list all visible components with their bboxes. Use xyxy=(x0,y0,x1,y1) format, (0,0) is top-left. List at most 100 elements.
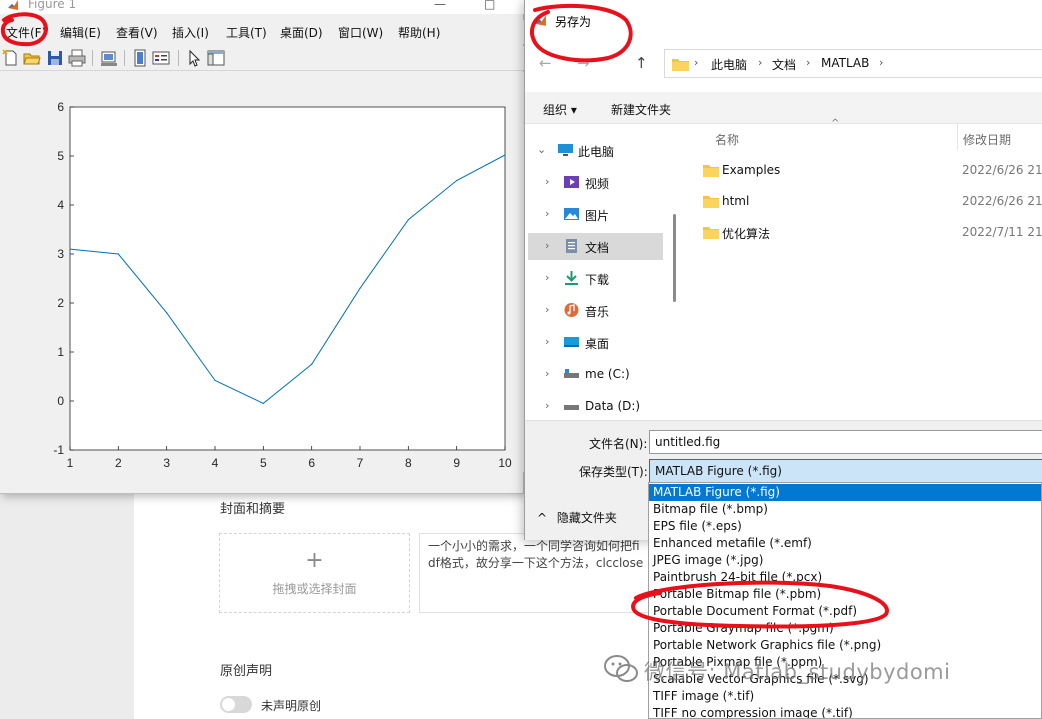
breadcrumb-this-pc[interactable]: 此电脑 xyxy=(711,56,747,73)
filetype-label: 保存类型(T): xyxy=(579,465,648,479)
file-name: html xyxy=(722,194,750,208)
hide-folders-button[interactable]: ^ 隐藏文件夹 xyxy=(537,509,617,526)
matlab-logo-icon xyxy=(535,15,546,26)
filetype-option[interactable]: Bitmap file (*.bmp) xyxy=(649,501,1041,518)
breadcrumb-separator: › xyxy=(879,56,884,69)
command-bar: 组织 ▾ 新建文件夹 xyxy=(525,92,1042,124)
menu-view[interactable]: 查看(V) xyxy=(116,24,158,41)
property-inspector-icon[interactable] xyxy=(207,49,225,67)
nav-pane-scrollbar[interactable] xyxy=(673,214,676,302)
nav-item-pictures[interactable]: › 图片 xyxy=(528,201,663,228)
address-bar[interactable]: › 此电脑 › 文档 › MATLAB › xyxy=(664,49,1042,78)
nav-item-downloads[interactable]: › 下载 xyxy=(528,265,663,292)
filetype-option[interactable]: Portable Document Format (*.pdf) xyxy=(649,603,1041,620)
nav-item-music[interactable]: › 音乐 xyxy=(528,297,663,324)
folder-icon xyxy=(672,59,689,71)
filetype-option[interactable]: Portable Network Graphics file (*.png) xyxy=(649,637,1041,654)
menu-tools[interactable]: 工具(T) xyxy=(226,24,267,41)
nav-item-label: 图片 xyxy=(585,209,610,223)
link-plot-icon[interactable] xyxy=(100,49,118,67)
menu-insert[interactable]: 插入(I) xyxy=(172,24,209,41)
x-tick-label: 9 xyxy=(453,456,460,470)
file-row[interactable]: html 2022/6/26 21: xyxy=(699,189,1042,215)
collapsed-chevron-icon: › xyxy=(545,335,550,348)
x-tick-label: 1 xyxy=(67,456,74,470)
menu-desktop[interactable]: 桌面(D) xyxy=(280,24,323,41)
file-row[interactable]: 优化算法 2022/7/11 21: xyxy=(699,220,1042,246)
file-row[interactable]: Examples 2022/6/26 21: xyxy=(699,158,1042,184)
collapsed-chevron-icon: › xyxy=(545,175,550,188)
cover-upload-box[interactable]: + 拖拽或选择封面 xyxy=(219,533,410,613)
new-figure-icon[interactable] xyxy=(2,49,20,67)
nav-item-drive-c[interactable]: › me (C:) xyxy=(528,361,663,388)
filetype-option[interactable]: Portable Bitmap file (*.pbm) xyxy=(649,586,1041,603)
insert-legend-icon[interactable] xyxy=(152,49,170,67)
nav-item-label: 下载 xyxy=(585,273,610,287)
new-folder-button[interactable]: 新建文件夹 xyxy=(611,101,671,118)
toolbar-separator xyxy=(92,50,93,66)
nav-item-desktop[interactable]: › 桌面 xyxy=(528,329,663,356)
pointer-icon[interactable] xyxy=(185,49,203,67)
nav-item-drive-d[interactable]: › Data (D:) xyxy=(528,393,663,420)
collapsed-chevron-icon: › xyxy=(545,399,550,412)
filetype-select[interactable]: MATLAB Figure (*.fig) xyxy=(649,459,1042,483)
column-header-name[interactable]: 名称 xyxy=(715,131,739,148)
filetype-option[interactable]: Enhanced metafile (*.emf) xyxy=(649,535,1041,552)
filetype-option[interactable]: Portable Graymap file (*.pgm) xyxy=(649,620,1041,637)
x-tick-label: 2 xyxy=(115,456,122,470)
maximize-button[interactable]: □ xyxy=(484,0,495,11)
drive-icon xyxy=(564,405,579,410)
watermark-text: 微信号: Matlab_studybydomi xyxy=(644,660,951,684)
folder-icon xyxy=(703,165,719,177)
forward-arrow-icon[interactable]: → xyxy=(577,54,590,72)
save-as-dialog: 另存为 ← → ↑ › 此电脑 › 文档 › MATLAB › 组织 ▾ 新建文… xyxy=(524,0,1042,540)
filetype-option[interactable]: TIFF no compression image (*.tif) xyxy=(649,705,1041,718)
filetype-option[interactable]: MATLAB Figure (*.fig) xyxy=(649,484,1041,501)
summary-textarea[interactable]: 一个小小的需求，一个同学咨询如何把fi df格式，故分享一下这个方法，clccl… xyxy=(419,533,659,613)
download-folder-icon xyxy=(565,271,578,285)
x-tick-label: 5 xyxy=(260,456,267,470)
insert-colorbar-icon[interactable] xyxy=(131,49,149,67)
column-separator[interactable] xyxy=(957,124,958,150)
nav-item-documents[interactable]: › 文档 xyxy=(528,233,663,260)
up-arrow-icon[interactable]: ↑ xyxy=(635,54,648,72)
menu-edit[interactable]: 编辑(E) xyxy=(60,24,101,41)
organize-button[interactable]: 组织 ▾ xyxy=(543,101,577,118)
data-point xyxy=(311,363,313,365)
back-arrow-icon[interactable]: ← xyxy=(539,54,552,72)
filetype-option[interactable]: TIFF image (*.tif) xyxy=(649,688,1041,705)
cover-upload-label: 拖拽或选择封面 xyxy=(272,582,357,596)
save-icon[interactable] xyxy=(46,49,64,67)
original-toggle[interactable] xyxy=(220,696,252,713)
menu-window[interactable]: 窗口(W) xyxy=(338,24,383,41)
menu-help[interactable]: 帮助(H) xyxy=(398,24,440,41)
figure-titlebar: Figure 1 — □ xyxy=(0,0,524,14)
collapsed-chevron-icon: › xyxy=(545,271,550,284)
filetype-option[interactable]: JPEG image (*.jpg) xyxy=(649,552,1041,569)
computer-icon xyxy=(558,144,573,156)
figure-menubar: 文件(F) 编辑(E) 查看(V) 插入(I) 工具(T) 桌面(D) 窗口(W… xyxy=(0,20,524,44)
filetype-option[interactable]: Paintbrush 24-bit file (*.pcx) xyxy=(649,569,1041,586)
y-tick-label: 0 xyxy=(57,394,64,408)
plot-axes-box xyxy=(69,106,506,451)
breadcrumb-separator: › xyxy=(758,56,763,69)
breadcrumb-matlab[interactable]: MATLAB xyxy=(821,56,869,70)
x-tick-label: 10 xyxy=(498,456,512,470)
nav-item-label: 此电脑 xyxy=(578,145,615,159)
filename-input[interactable] xyxy=(649,430,1042,454)
x-tick-label: 7 xyxy=(357,456,364,470)
minimize-button[interactable]: — xyxy=(434,0,446,11)
open-file-icon[interactable] xyxy=(23,49,41,67)
y-tick-label: 2 xyxy=(57,296,64,310)
file-list-pane: ^ 名称 修改日期 Examples 2022/6/26 21: html 20… xyxy=(681,118,1042,420)
breadcrumb-documents[interactable]: 文档 xyxy=(772,56,796,73)
filetype-option[interactable]: EPS file (*.eps) xyxy=(649,518,1041,535)
print-icon[interactable] xyxy=(68,49,86,67)
nav-item-videos[interactable]: › 视频 xyxy=(528,169,663,196)
menu-file[interactable]: 文件(F) xyxy=(6,24,46,41)
cover-section-title: 封面和摘要 xyxy=(220,502,286,517)
data-point xyxy=(456,179,458,182)
column-header-modified[interactable]: 修改日期 xyxy=(963,131,1011,148)
x-tick-label: 6 xyxy=(308,456,315,470)
nav-item-this-pc[interactable]: ⌄ 此电脑 xyxy=(528,137,663,164)
